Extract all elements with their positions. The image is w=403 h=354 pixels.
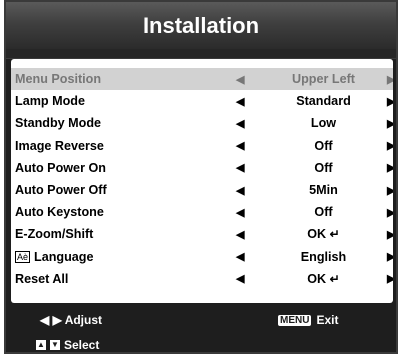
- menu-item-value: Off: [314, 160, 333, 175]
- menu-item-value: OK ↵: [266, 227, 381, 241]
- menu-item-label: Reset All: [15, 271, 69, 286]
- menu-item-language[interactable]: Aè Language ◀ English ▶: [11, 246, 393, 268]
- menu-key-icon: MENU: [278, 314, 312, 326]
- menu-item-value: Upper Left: [292, 72, 355, 87]
- menu-item-label: Aè Language: [15, 250, 94, 264]
- menu-item-value: Standard: [296, 94, 351, 109]
- menu-item-reset-all[interactable]: Reset All ◀ OK ↵ ▶: [11, 268, 393, 290]
- page-title: Installation: [6, 2, 396, 49]
- value-text: OK: [307, 227, 327, 242]
- right-arrow-icon[interactable]: ▶: [387, 73, 393, 86]
- menu-item-auto-power-off[interactable]: Auto Power Off ◀ 5Min ▶: [11, 179, 393, 201]
- menu-item-label: Standby Mode: [15, 116, 102, 131]
- adjust-label: Adjust: [64, 313, 103, 327]
- right-arrow-icon[interactable]: ▶: [387, 95, 393, 108]
- right-arrow-icon[interactable]: ▶: [387, 250, 393, 263]
- right-arrow-icon[interactable]: ▶: [387, 184, 393, 197]
- right-arrow-icon[interactable]: ▶: [387, 206, 393, 219]
- right-arrow-icon[interactable]: ▶: [387, 272, 393, 285]
- menu-item-auto-keystone[interactable]: Auto Keystone ◀ Off ▶: [11, 201, 393, 223]
- right-arrow-icon[interactable]: ▶: [387, 139, 393, 152]
- menu-item-lamp-mode[interactable]: Lamp Mode ◀ Standard ▶: [11, 90, 393, 112]
- osd-window: Installation Menu Position ◀ Upper Left …: [4, 0, 398, 354]
- title-text: Installation: [142, 12, 260, 38]
- select-label: Select: [64, 338, 100, 352]
- menu-item-label: Auto Power Off: [15, 183, 107, 198]
- left-arrow-icon[interactable]: ◀: [236, 73, 244, 86]
- left-arrow-icon[interactable]: ◀: [236, 184, 244, 197]
- menu-item-label: Auto Keystone: [15, 205, 104, 220]
- adjust-hint: ◀ ▶ Adjust: [40, 313, 102, 327]
- menu-item-label: E-Zoom/Shift: [15, 227, 94, 242]
- menu-item-auto-power-on[interactable]: Auto Power On ◀ Off ▶: [11, 157, 393, 179]
- menu-item-label: Menu Position: [15, 72, 102, 87]
- menu-item-menu-position[interactable]: Menu Position ◀ Upper Left ▶: [11, 68, 393, 91]
- menu-item-e-zoom-shift[interactable]: E-Zoom/Shift ◀ OK ↵ ▶: [11, 223, 393, 245]
- select-hint: ▲ ▼ Select: [36, 338, 99, 352]
- divider: [6, 49, 396, 59]
- right-arrow-icon[interactable]: ▶: [387, 161, 393, 174]
- exit-hint: MENU Exit: [278, 313, 338, 327]
- left-arrow-icon[interactable]: ◀: [236, 228, 244, 241]
- left-arrow-icon[interactable]: ◀: [236, 206, 244, 219]
- value-text: OK: [307, 271, 327, 286]
- left-arrow-icon[interactable]: ◀: [236, 250, 244, 263]
- up-key-icon: ▲: [36, 340, 46, 350]
- down-key-icon: ▼: [50, 340, 60, 350]
- exit-label: Exit: [316, 313, 339, 327]
- menu-item-value: Off: [314, 205, 333, 220]
- enter-icon: ↵: [329, 271, 340, 286]
- menu-item-standby-mode[interactable]: Standby Mode ◀ Low ▶: [11, 112, 393, 134]
- menu-item-label: Auto Power On: [15, 160, 106, 175]
- label-text: Language: [34, 249, 94, 264]
- menu-item-label: Lamp Mode: [15, 94, 85, 109]
- left-arrow-icon[interactable]: ◀: [236, 95, 244, 108]
- menu-item-label: Image Reverse: [15, 138, 104, 153]
- menu-item-image-reverse[interactable]: Image Reverse ◀ Off ▶: [11, 135, 393, 157]
- enter-icon: ↵: [329, 227, 340, 242]
- left-arrow-icon[interactable]: ◀: [236, 272, 244, 285]
- menu-item-value: 5Min: [309, 183, 338, 198]
- menu-item-value: OK ↵: [266, 272, 381, 286]
- menu-list: Menu Position ◀ Upper Left ▶ Lamp Mode ◀…: [11, 59, 393, 303]
- menu-item-value: Off: [314, 138, 333, 153]
- right-arrow-icon[interactable]: ▶: [387, 228, 393, 241]
- left-arrow-icon[interactable]: ◀: [236, 161, 244, 174]
- menu-item-value: Low: [310, 116, 337, 131]
- left-arrow-icon[interactable]: ◀: [236, 139, 244, 152]
- language-icon: Aè: [15, 250, 31, 263]
- adjust-arrows-icon: ◀ ▶: [40, 313, 62, 327]
- menu-item-value: English: [300, 249, 347, 264]
- left-arrow-icon[interactable]: ◀: [236, 117, 244, 130]
- right-arrow-icon[interactable]: ▶: [387, 117, 393, 130]
